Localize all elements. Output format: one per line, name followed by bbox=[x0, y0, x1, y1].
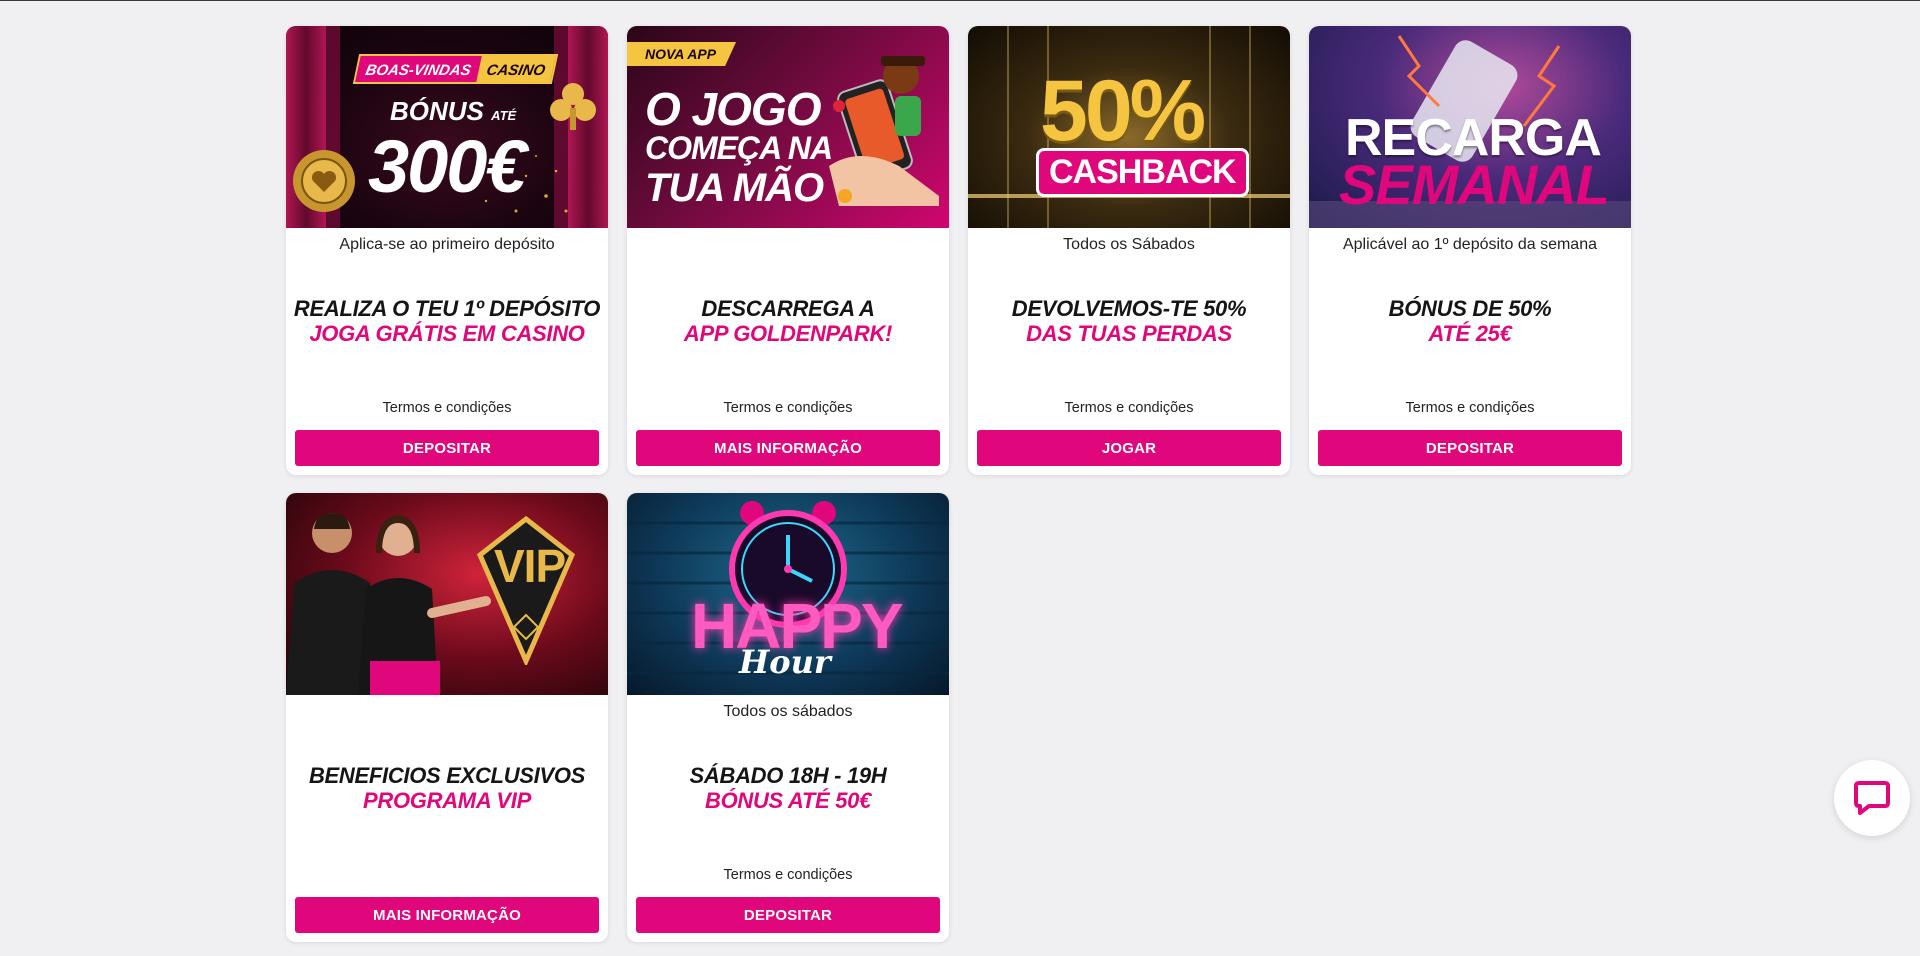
play-button[interactable]: JOGAR bbox=[977, 430, 1281, 466]
more-info-button[interactable]: MAIS INFORMAÇÃO bbox=[295, 897, 599, 933]
terms-link[interactable]: Termos e condições bbox=[627, 867, 949, 883]
new-app-badge: NOVA APP bbox=[627, 42, 737, 66]
terms-link[interactable]: Termos e condições bbox=[968, 400, 1290, 416]
terms-link[interactable]: Termos e condições bbox=[1309, 400, 1631, 416]
promo-card-reload: RECARGA SEMANAL Aplicável ao 1º depósito… bbox=[1309, 26, 1631, 475]
promo-card-happy-hour: HAPPY Hour Todos os sábados SÁBADO 18H -… bbox=[627, 493, 949, 942]
promo-headline: BÓNUS DE 50% ATÉ 25€ bbox=[1309, 296, 1631, 346]
deposit-button[interactable]: DEPOSITAR bbox=[1318, 430, 1622, 466]
headline-line-1: SÁBADO 18H - 19H bbox=[689, 763, 887, 788]
headline-line-2: BÓNUS ATÉ 50€ bbox=[704, 788, 872, 813]
ribbon-left-text: BOAS-VINDAS bbox=[355, 56, 482, 82]
promo-banner-app[interactable]: NOVA APP O JOGO COMEÇA NA TUA MÃO bbox=[627, 26, 949, 228]
promotions-grid: BOAS-VINDAS CASINO BÓNUS ATÉ 300€ Aplica… bbox=[286, 26, 1631, 942]
app-banner-line-3: TUA MÃO bbox=[645, 166, 824, 210]
terms-link[interactable]: Termos e condições bbox=[286, 400, 608, 416]
promo-subtitle: Todos os Sábados bbox=[1063, 236, 1195, 253]
promo-headline: BENEFICIOS EXCLUSIVOS PROGRAMA VIP bbox=[286, 763, 608, 813]
promo-subtitle bbox=[286, 695, 608, 731]
casino-chip-icon bbox=[293, 150, 355, 212]
club-suit-icon bbox=[550, 83, 596, 130]
headline-line-2: APP GOLDENPARK! bbox=[683, 321, 893, 346]
headline-line-1: REALIZA O TEU 1º DEPÓSITO bbox=[293, 296, 601, 321]
promo-subtitle: Todos os sábados bbox=[723, 703, 853, 720]
headline-line-2: ATÉ 25€ bbox=[1428, 321, 1512, 346]
headline-line-2: JOGA GRÁTIS EM CASINO bbox=[309, 321, 585, 346]
headline-line-1: DESCARREGA A bbox=[701, 296, 875, 321]
promo-banner-reload[interactable]: RECARGA SEMANAL bbox=[1309, 26, 1631, 228]
promo-subtitle: Aplicável ao 1º depósito da semana bbox=[1342, 236, 1597, 253]
welcome-bonus-amount: 300€ bbox=[368, 125, 527, 208]
deposit-button[interactable]: DEPOSITAR bbox=[636, 897, 940, 933]
phone-in-hand-icon bbox=[829, 56, 939, 206]
promo-card-cashback: 50% CASHBACK Todos os Sábados DEVOLVEMOS… bbox=[968, 26, 1290, 475]
live-chat-button[interactable] bbox=[1834, 760, 1910, 836]
vip-banner-text: VIP bbox=[494, 540, 566, 592]
promo-subtitle bbox=[627, 228, 949, 264]
promo-headline: SÁBADO 18H - 19H BÓNUS ATÉ 50€ bbox=[627, 763, 949, 813]
promo-banner-welcome[interactable]: BOAS-VINDAS CASINO BÓNUS ATÉ 300€ bbox=[286, 26, 608, 228]
deposit-button[interactable]: DEPOSITAR bbox=[295, 430, 599, 466]
promo-card-vip: VIP BENEFICIOS EXCLUSIVOS PROGRAMA VIP M… bbox=[286, 493, 608, 942]
headline-line-2: DAS TUAS PERDAS bbox=[1026, 321, 1232, 346]
reload-banner-line-2: SEMANAL bbox=[1339, 153, 1610, 216]
cashback-percent: 50% bbox=[1040, 63, 1206, 159]
happy-hour-line-2: Hour bbox=[739, 643, 831, 681]
welcome-ribbon: BOAS-VINDAS CASINO bbox=[352, 54, 559, 84]
welcome-bonus-word: BÓNUS bbox=[390, 96, 484, 126]
terms-link[interactable]: Termos e condições bbox=[627, 400, 949, 416]
promo-headline: DEVOLVEMOS-TE 50% DAS TUAS PERDAS bbox=[968, 296, 1290, 346]
promo-card-welcome: BOAS-VINDAS CASINO BÓNUS ATÉ 300€ Aplica… bbox=[286, 26, 608, 475]
promo-subtitle: Aplica-se ao primeiro depósito bbox=[339, 236, 555, 253]
welcome-bonus-upto: ATÉ bbox=[491, 108, 517, 123]
headline-line-1: BÓNUS DE 50% bbox=[1388, 296, 1552, 321]
headline-line-1: BENEFICIOS EXCLUSIVOS bbox=[308, 763, 586, 788]
promo-banner-cashback[interactable]: 50% CASHBACK bbox=[968, 26, 1290, 228]
promo-headline: REALIZA O TEU 1º DEPÓSITO JOGA GRÁTIS EM… bbox=[286, 296, 608, 346]
promo-banner-happy-hour[interactable]: HAPPY Hour bbox=[627, 493, 949, 695]
promo-headline: DESCARREGA A APP GOLDENPARK! bbox=[627, 296, 949, 346]
ribbon-right-text: CASINO bbox=[476, 56, 557, 82]
app-banner-line-1: O JOGO bbox=[645, 83, 821, 135]
promo-banner-vip[interactable]: VIP bbox=[286, 493, 608, 695]
cashback-label: CASHBACK bbox=[1036, 148, 1249, 197]
headline-line-2: PROGRAMA VIP bbox=[363, 788, 531, 813]
chat-bubble-icon bbox=[1854, 781, 1890, 815]
headline-line-1: DEVOLVEMOS-TE 50% bbox=[1011, 296, 1247, 321]
promo-card-app: NOVA APP O JOGO COMEÇA NA TUA MÃO DESCAR… bbox=[627, 26, 949, 475]
app-banner-line-2: COMEÇA NA bbox=[645, 130, 833, 166]
more-info-button[interactable]: MAIS INFORMAÇÃO bbox=[636, 430, 940, 466]
